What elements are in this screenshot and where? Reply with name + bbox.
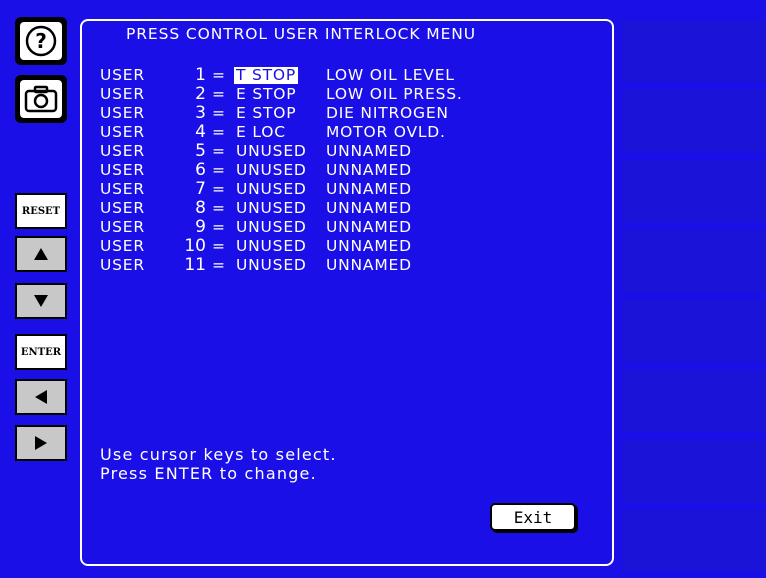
arrow-down-icon (34, 295, 48, 307)
row-name: MOTOR OVLD. (326, 123, 446, 141)
row-equals: = (212, 161, 225, 179)
right-button[interactable] (15, 425, 67, 461)
row-type[interactable]: UNUSED (236, 199, 307, 218)
softkey-slot[interactable] (622, 370, 766, 432)
help-button[interactable]: ? (15, 17, 67, 65)
down-button[interactable] (15, 283, 67, 319)
row-name: UNNAMED (326, 237, 412, 255)
row-label: USER (100, 256, 145, 274)
row-label: USER (100, 85, 145, 103)
row-equals: = (212, 142, 225, 160)
softkey-slot[interactable] (622, 510, 766, 572)
row-number: 11 (184, 255, 206, 275)
up-button[interactable] (15, 236, 67, 272)
softkey-slot[interactable] (622, 440, 766, 502)
row-label: USER (100, 199, 145, 217)
row-name: UNNAMED (326, 199, 412, 217)
row-name: UNNAMED (326, 161, 412, 179)
row-number: 1 (195, 65, 206, 85)
row-equals: = (212, 66, 225, 84)
help-line-enter: Press ENTER to change. (100, 464, 317, 483)
arrow-right-icon (35, 436, 47, 450)
row-equals: = (212, 218, 225, 236)
row-number: 6 (195, 160, 206, 180)
softkey-slot[interactable] (622, 230, 766, 292)
svg-text:?: ? (35, 29, 47, 53)
row-type-selected[interactable]: T STOP (234, 67, 299, 84)
row-type[interactable]: UNUSED (236, 161, 307, 180)
row-name: UNNAMED (326, 180, 412, 198)
row-type[interactable]: UNUSED (236, 180, 307, 199)
row-label: USER (100, 218, 145, 236)
row-name: UNNAMED (326, 218, 412, 236)
row-type[interactable]: UNUSED (236, 256, 307, 275)
arrow-up-icon (34, 248, 48, 260)
row-label: USER (100, 123, 145, 141)
softkey-slot[interactable] (622, 90, 766, 152)
row-type[interactable]: UNUSED (236, 142, 307, 161)
softkey-slot[interactable] (622, 20, 766, 82)
help-text: Use cursor keys to select. Press ENTER t… (100, 445, 337, 483)
right-softkey-column (622, 0, 766, 578)
row-type[interactable]: UNUSED (236, 237, 307, 256)
camera-button[interactable] (15, 75, 67, 123)
reset-button[interactable]: RESET (15, 193, 67, 229)
enter-button[interactable]: ENTER (15, 334, 67, 370)
row-equals: = (212, 199, 225, 217)
row-label: USER (100, 237, 145, 255)
row-number: 9 (195, 217, 206, 237)
row-label: USER (100, 180, 145, 198)
help-icon: ? (20, 22, 62, 60)
row-name: UNNAMED (326, 256, 412, 274)
softkey-slot[interactable] (622, 300, 766, 362)
left-sidebar: ? RESET ENTER (0, 0, 78, 578)
row-number: 2 (195, 84, 206, 104)
row-label: USER (100, 104, 145, 122)
row-equals: = (212, 123, 225, 141)
row-equals: = (212, 256, 225, 274)
row-equals: = (212, 237, 225, 255)
row-number: 10 (184, 236, 206, 256)
row-type[interactable]: E STOP (236, 85, 296, 104)
row-number: 8 (195, 198, 206, 218)
row-name: DIE NITROGEN (326, 104, 449, 122)
page-title: PRESS CONTROL USER INTERLOCK MENU (126, 25, 477, 43)
row-name: LOW OIL PRESS. (326, 85, 463, 103)
interlock-menu-panel: PRESS CONTROL USER INTERLOCK MENU USER 1… (80, 19, 614, 566)
help-line-select: Use cursor keys to select. (100, 445, 337, 464)
row-equals: = (212, 85, 225, 103)
camera-icon (20, 80, 62, 118)
softkey-slot[interactable] (622, 160, 766, 222)
row-number: 7 (195, 179, 206, 199)
row-name: UNNAMED (326, 142, 412, 160)
row-number: 5 (195, 141, 206, 161)
row-type[interactable]: UNUSED (236, 218, 307, 237)
arrow-left-icon (35, 390, 47, 404)
row-number: 3 (195, 103, 206, 123)
row-label: USER (100, 66, 145, 84)
row-type[interactable]: E STOP (236, 104, 296, 123)
row-type[interactable]: E LOC (236, 123, 286, 142)
row-equals: = (212, 180, 225, 198)
row-label: USER (100, 161, 145, 179)
row-label: USER (100, 142, 145, 160)
row-number: 4 (195, 122, 206, 142)
row-equals: = (212, 104, 225, 122)
row-name: LOW OIL LEVEL (326, 66, 455, 84)
left-button[interactable] (15, 379, 67, 415)
exit-button[interactable]: Exit (490, 503, 576, 531)
